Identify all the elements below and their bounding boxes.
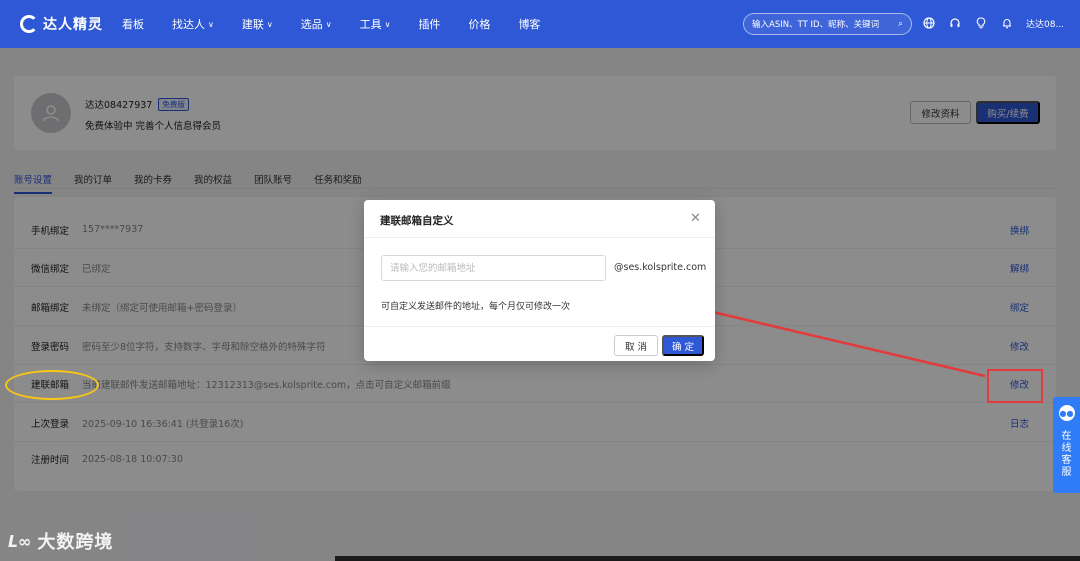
cancel-button[interactable]: 取 消: [614, 335, 658, 356]
tab-account-settings[interactable]: 账号设置: [14, 172, 53, 194]
row-value: 未绑定（绑定可使用邮箱+密码登录）: [82, 302, 242, 314]
change-password-link[interactable]: 修改: [1010, 339, 1029, 353]
row-value: 当前建联邮件发送邮箱地址：12312313@ses.kolsprite.com，…: [82, 379, 451, 391]
profile-subtitle: 免费体验中 完善个人信息得会员: [85, 121, 222, 132]
login-log-link[interactable]: 日志: [1010, 416, 1029, 430]
watermark-logo-icon: ᒪ∞: [8, 531, 32, 551]
account-tabs: 账号设置 我的订单 我的卡券 我的权益 团队账号 任务和奖励: [14, 172, 384, 194]
lightbulb-icon[interactable]: [974, 16, 988, 30]
edit-profile-button[interactable]: 修改资料: [910, 101, 971, 124]
nav-menu: 看板 找达人 ∨ 建联 ∨ 选品 ∨ 工具 ∨ 插件 价格 博客: [122, 16, 568, 32]
close-icon[interactable]: ✕: [690, 211, 701, 226]
row-label: 上次登录: [31, 418, 70, 430]
profile-card: 达达08427937 免费版 免费体验中 完善个人信息得会员 修改资料 购买/续…: [14, 76, 1056, 150]
email-domain-suffix: @ses.kolsprite.com: [614, 262, 707, 273]
row-label: 微信绑定: [31, 263, 70, 275]
nav-item-label: 工具: [359, 18, 382, 31]
chat-icon: ●●: [1058, 405, 1075, 421]
nav-item-products[interactable]: 选品 ∨: [301, 16, 332, 32]
nav-item-label: 建联: [241, 18, 264, 31]
avatar: [31, 93, 71, 133]
user-menu[interactable]: 达达08...: [1026, 17, 1064, 30]
user-icon: [42, 105, 60, 122]
highlight-box: [987, 369, 1043, 403]
bottom-bar: [335, 556, 1080, 561]
watermark-text: 大数跨境: [37, 532, 114, 553]
logo[interactable]: 达人精灵: [20, 14, 112, 34]
row-value: 已绑定: [82, 263, 111, 275]
row-value: 密码至少8位字符，支持数字、字母和除空格外的特殊字符: [82, 341, 326, 353]
row-label: 手机绑定: [31, 225, 70, 237]
logo-icon: [20, 15, 38, 33]
tab-my-orders[interactable]: 我的订单: [74, 172, 112, 194]
modal-hint: 可自定义发送邮件的地址，每个月仅可修改一次: [381, 302, 571, 312]
highlight-ellipse: [5, 370, 99, 400]
online-service-button[interactable]: ●● 在线客服: [1053, 397, 1080, 493]
bell-icon[interactable]: [1000, 16, 1014, 30]
bind-email-link[interactable]: 绑定: [1010, 300, 1029, 314]
confirm-button[interactable]: 确 定: [662, 335, 704, 356]
email-prefix-input[interactable]: [381, 255, 606, 281]
chevron-down-icon: ∨: [266, 19, 273, 29]
settings-row-register-time: 注册时间 2025-08-18 10:07:30: [14, 440, 1056, 478]
outreach-email-modal: 建联邮箱自定义 ✕ @ses.kolsprite.com 可自定义发送邮件的地址…: [364, 200, 715, 361]
row-label: 邮箱绑定: [31, 302, 70, 314]
row-label: 登录密码: [31, 341, 70, 353]
headset-icon[interactable]: [948, 16, 962, 30]
tab-team-account[interactable]: 团队账号: [254, 172, 292, 194]
nav-item-dashboard[interactable]: 看板: [122, 16, 144, 32]
row-value: 2025-09-10 16:36:41 (共登录16次): [82, 418, 244, 430]
modal-title: 建联邮箱自定义: [380, 215, 454, 227]
modal-footer-divider: [364, 326, 715, 327]
nav-item-label: 找达人: [172, 18, 205, 31]
nav-item-label: 博客: [518, 18, 541, 31]
nav-item-outreach[interactable]: 建联 ∨: [242, 16, 273, 32]
plan-badge: 免费版: [158, 97, 189, 111]
online-service-label: 在线客服: [1061, 431, 1072, 478]
nav-item-pricing[interactable]: 价格: [468, 16, 490, 32]
nav-right: 达达08...: [922, 16, 1064, 30]
tabs-divider: [14, 188, 1056, 189]
nav-item-find-creators[interactable]: 找达人 ∨: [172, 16, 214, 32]
logo-text: 达人精灵: [43, 17, 103, 33]
search-icon[interactable]: ⌕: [898, 19, 903, 29]
unbind-wechat-link[interactable]: 解绑: [1010, 261, 1029, 275]
search-placeholder: 输入ASIN、TT ID、昵称、关键词: [752, 20, 880, 30]
globe-icon[interactable]: [922, 16, 936, 30]
rebind-phone-link[interactable]: 换绑: [1010, 223, 1029, 237]
chevron-down-icon: ∨: [384, 19, 391, 29]
chevron-down-icon: ∨: [325, 19, 332, 29]
nav-item-blog[interactable]: 博客: [518, 16, 540, 32]
search-input[interactable]: 输入ASIN、TT ID、昵称、关键词 ⌕: [743, 13, 912, 35]
watermark: ᒪ∞ 大数跨境: [8, 528, 113, 554]
nav-item-label: 看板: [122, 18, 144, 31]
top-nav: 达人精灵 看板 找达人 ∨ 建联 ∨ 选品 ∨ 工具 ∨ 插件 价格 博客 输入ASIN…: [0, 0, 1080, 48]
nav-item-label: 选品: [300, 18, 323, 31]
profile-name: 达达08427937: [85, 100, 153, 111]
profile-name-row: 达达08427937 免费版: [85, 97, 189, 111]
modal-divider: [364, 237, 715, 238]
tab-my-coupons[interactable]: 我的卡券: [134, 172, 172, 194]
tab-my-benefits[interactable]: 我的权益: [194, 172, 232, 194]
settings-row-outreach-email: 建联邮箱 当前建联邮件发送邮箱地址：12312313@ses.kolsprite…: [14, 365, 1056, 403]
row-value: 2025-08-18 10:07:30: [82, 453, 183, 465]
row-label: 注册时间: [31, 455, 70, 466]
nav-item-label: 插件: [418, 18, 441, 31]
chevron-down-icon: ∨: [208, 19, 214, 29]
nav-item-label: 价格: [468, 18, 491, 31]
nav-item-tools[interactable]: 工具 ∨: [360, 16, 391, 32]
tab-tasks-rewards[interactable]: 任务和奖励: [314, 172, 362, 194]
row-value: 157****7937: [82, 224, 144, 235]
buy-renew-button[interactable]: 购买/续费: [976, 101, 1040, 124]
settings-row-last-login: 上次登录 2025-09-10 16:36:41 (共登录16次) 日志: [14, 404, 1056, 442]
nav-item-plugin[interactable]: 插件: [418, 16, 440, 32]
